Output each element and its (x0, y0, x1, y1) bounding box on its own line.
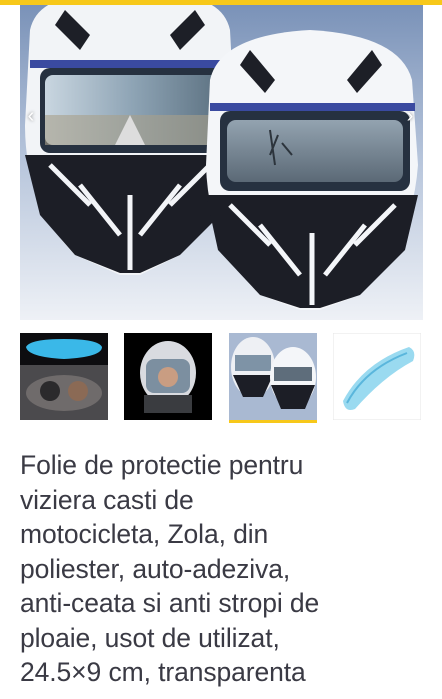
gallery-next-button[interactable]: › (399, 103, 421, 129)
thumbnail-4[interactable] (333, 333, 421, 420)
chevron-left-icon: ‹ (27, 104, 35, 127)
thumbnail-2[interactable] (124, 333, 212, 420)
gallery-prev-button[interactable]: ‹ (20, 103, 42, 129)
thumbnail-1[interactable] (20, 333, 108, 420)
thumbnail-3[interactable] (229, 333, 317, 423)
thumbnail-strip (20, 333, 423, 423)
product-title: Folie de protectie pentru viziera casti … (20, 450, 320, 687)
product-main-image[interactable] (20, 5, 423, 320)
chevron-right-icon: › (406, 104, 414, 127)
